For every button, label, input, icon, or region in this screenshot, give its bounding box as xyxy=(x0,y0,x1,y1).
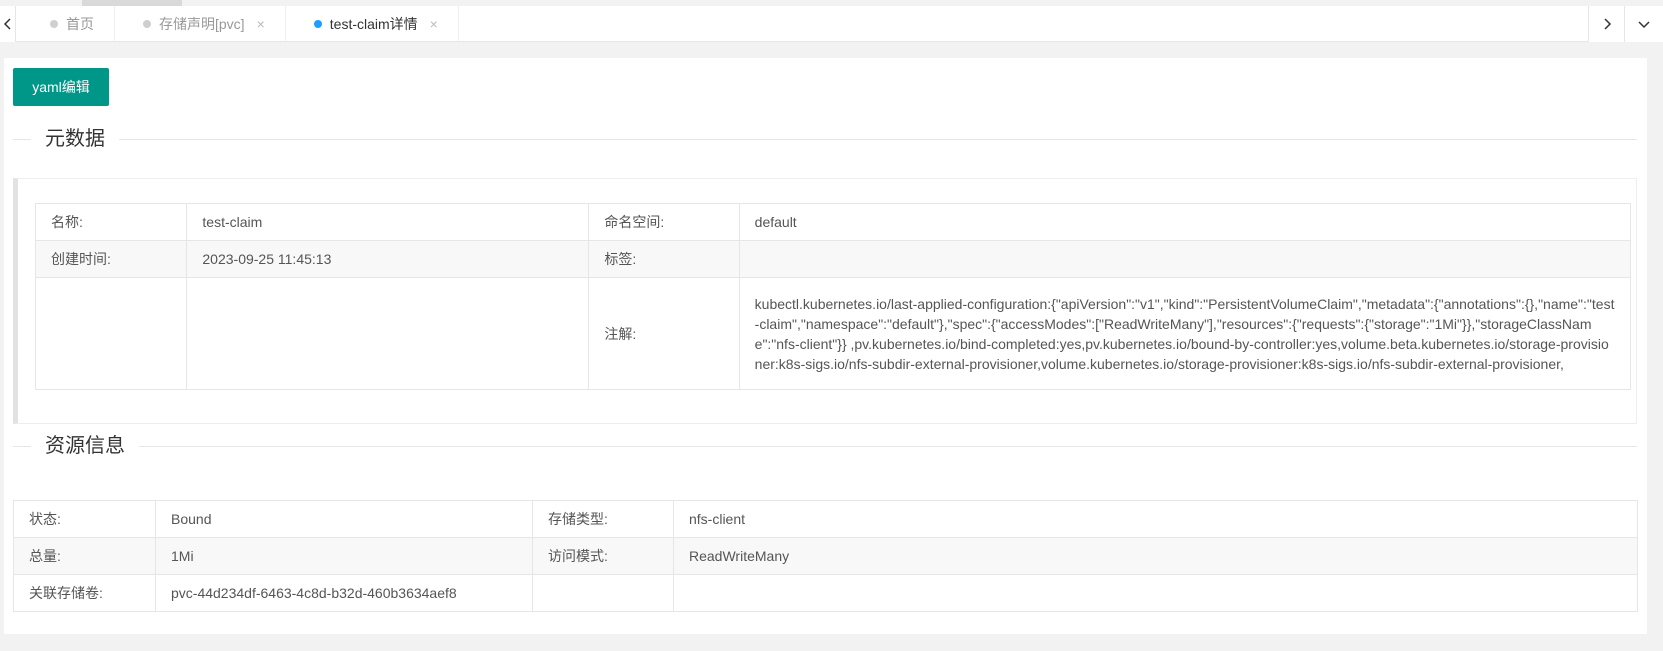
tab-pvc[interactable]: 存储声明[pvc] × xyxy=(115,6,286,42)
table-row: 注解: kubectl.kubernetes.io/last-applied-c… xyxy=(34,277,1632,390)
field-value: nfs-client xyxy=(673,500,1638,538)
section-title: 资源信息 xyxy=(31,432,139,460)
detail-panel: yaml编辑 元数据 名称: test-claim 命名空间: default … xyxy=(4,58,1647,634)
divider xyxy=(13,139,1637,140)
field-value: Bound xyxy=(155,500,533,538)
yaml-edit-button[interactable]: yaml编辑 xyxy=(13,68,109,106)
field-label: 名称: xyxy=(34,203,188,241)
table-row: 关联存储卷: pvc-44d234df-6463-4c8d-b32d-460b3… xyxy=(13,574,1638,612)
tab-bar: 首页 存储声明[pvc] × test-claim详情 × xyxy=(0,0,1663,42)
annotations-value: kubectl.kubernetes.io/last-applied-confi… xyxy=(738,277,1632,390)
close-icon[interactable]: × xyxy=(430,16,438,32)
tab-scroll-left-button[interactable] xyxy=(0,6,16,42)
field-label: 存储类型: xyxy=(532,500,674,538)
tab-list: 首页 存储声明[pvc] × test-claim详情 × xyxy=(22,6,459,42)
field-value: test-claim xyxy=(186,203,590,241)
tab-label: test-claim详情 xyxy=(329,16,418,32)
close-icon[interactable]: × xyxy=(257,16,265,32)
field-label: 命名空间: xyxy=(588,203,740,241)
tab-test-claim-detail[interactable]: test-claim详情 × xyxy=(286,6,459,42)
metadata-section-header: 元数据 xyxy=(13,125,1637,155)
empty-cell xyxy=(673,574,1638,612)
field-label: 创建时间: xyxy=(34,240,188,278)
tab-scroll-right-button[interactable] xyxy=(1588,6,1624,42)
field-label: 关联存储卷: xyxy=(13,574,156,612)
field-value: 2023-09-25 11:45:13 xyxy=(186,240,590,278)
resource-section-header: 资源信息 xyxy=(13,432,1637,462)
tab-dot-icon xyxy=(50,20,58,28)
metadata-table: 名称: test-claim 命名空间: default 创建时间: 2023-… xyxy=(34,203,1632,390)
table-row: 状态: Bound 存储类型: nfs-client xyxy=(13,500,1638,538)
field-value: default xyxy=(738,203,1632,241)
field-label: 访问模式: xyxy=(532,537,674,575)
tab-menu-button[interactable] xyxy=(1624,6,1663,42)
field-value xyxy=(738,240,1632,278)
chevron-left-icon xyxy=(3,18,11,30)
divider xyxy=(13,446,1637,447)
section-title: 元数据 xyxy=(31,125,119,153)
field-label: 标签: xyxy=(588,240,740,278)
tab-label: 存储声明[pvc] xyxy=(159,16,245,32)
empty-cell xyxy=(186,277,590,390)
chevron-right-icon xyxy=(1603,18,1611,30)
tab-home[interactable]: 首页 xyxy=(22,6,115,42)
volume-link[interactable]: pvc-44d234df-6463-4c8d-b32d-460b3634aef8 xyxy=(155,574,533,612)
tab-label: 首页 xyxy=(66,16,94,32)
field-label: 总量: xyxy=(13,537,156,575)
tab-dot-icon xyxy=(313,20,322,28)
resource-table: 状态: Bound 存储类型: nfs-client 总量: 1Mi 访问模式:… xyxy=(13,500,1638,612)
table-row: 创建时间: 2023-09-25 11:45:13 标签: xyxy=(34,240,1632,278)
tab-dot-icon xyxy=(143,20,151,28)
field-value: 1Mi xyxy=(155,537,533,575)
table-row: 名称: test-claim 命名空间: default xyxy=(34,203,1632,241)
metadata-block: 名称: test-claim 命名空间: default 创建时间: 2023-… xyxy=(13,178,1637,424)
empty-cell xyxy=(532,574,674,612)
empty-cell xyxy=(34,277,188,390)
table-row: 总量: 1Mi 访问模式: ReadWriteMany xyxy=(13,537,1638,575)
field-label: 注解: xyxy=(588,277,740,390)
chevron-down-icon xyxy=(1638,21,1650,29)
field-value: ReadWriteMany xyxy=(673,537,1638,575)
field-label: 状态: xyxy=(13,500,156,538)
